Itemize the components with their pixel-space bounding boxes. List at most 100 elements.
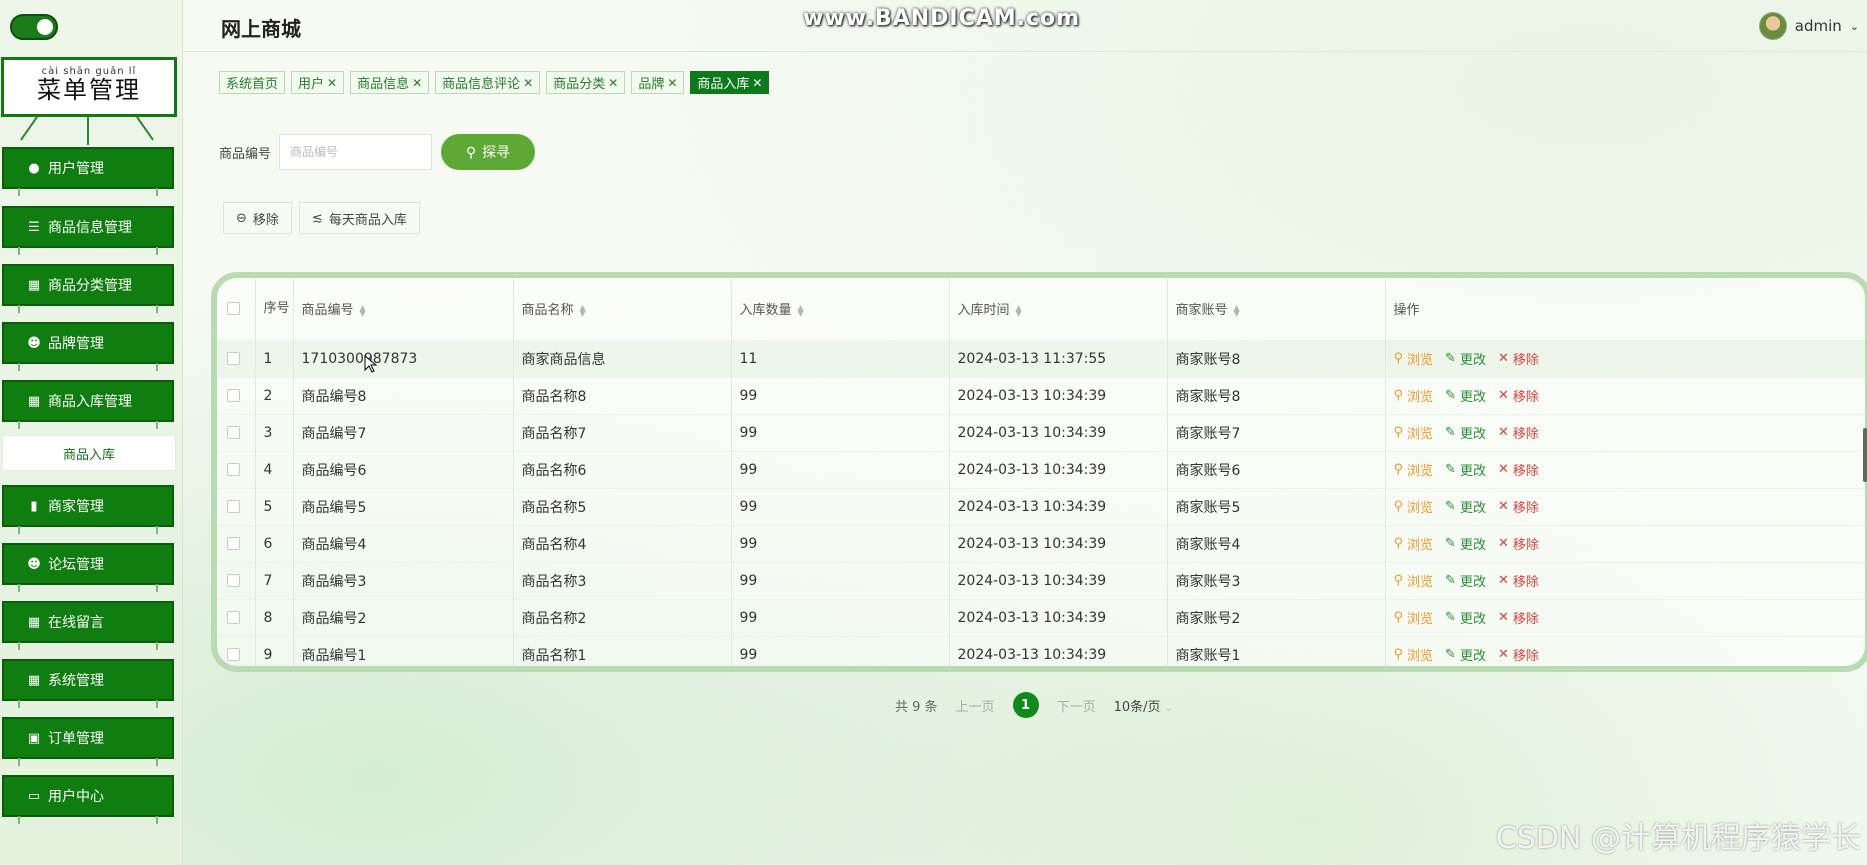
sidebar-item-2[interactable]: ▦ 商品分类管理: [2, 264, 174, 313]
row-checkbox[interactable]: [227, 574, 240, 587]
close-icon: ✕: [1497, 388, 1509, 403]
chevron-down-icon[interactable]: ⌄: [1850, 20, 1859, 33]
col-inbound-time[interactable]: 入库时间 ▲ ▼: [949, 278, 1168, 340]
view-button[interactable]: ⚲ 浏览: [1394, 645, 1434, 664]
cell-product-code: 商品编号8: [293, 376, 514, 414]
close-icon[interactable]: ✕: [412, 76, 422, 90]
edit-button[interactable]: ✎ 更改: [1445, 645, 1486, 664]
close-icon[interactable]: ✕: [752, 76, 762, 90]
table-row[interactable]: 6 商品编号4 商品名称4 99 2024-03-13 10:34:39 商家账号4 ⚲ 浏览…: [217, 524, 1865, 562]
product-code-search-input[interactable]: [279, 134, 433, 170]
col-merchant-account[interactable]: 商家账号 ▲ ▼: [1167, 278, 1386, 340]
pager-current-page[interactable]: 1: [1012, 692, 1039, 718]
daily-inbound-button[interactable]: ≲ 每天商品入库: [298, 202, 420, 234]
table-row[interactable]: 8 商品编号2 商品名称2 99 2024-03-13 10:34:39 商家账号2 ⚲ 浏览…: [217, 598, 1865, 636]
tab-2[interactable]: 商品信息 ✕: [350, 71, 430, 94]
view-button[interactable]: ⚲ 浏览: [1394, 571, 1434, 590]
edit-button[interactable]: ✎ 更改: [1445, 608, 1486, 627]
edit-button[interactable]: ✎ 更改: [1445, 349, 1486, 368]
cell-index: 9: [255, 635, 294, 666]
edit-button[interactable]: ✎ 更改: [1445, 386, 1486, 405]
delete-button[interactable]: ✕ 移除: [1498, 608, 1539, 627]
tab-5[interactable]: 品牌 ✕: [631, 71, 685, 94]
table-row[interactable]: 9 商品编号1 商品名称1 99 2024-03-13 10:34:39 商家账号1 ⚲ 浏览…: [217, 635, 1865, 666]
sidebar-toggle-switch[interactable]: [10, 14, 58, 40]
sidebar-item-5[interactable]: ▮ 商家管理: [2, 485, 174, 534]
delete-button[interactable]: ✕ 移除: [1498, 386, 1539, 405]
row-checkbox[interactable]: [227, 500, 240, 513]
delete-label: 移除: [1512, 390, 1539, 405]
delete-button[interactable]: ✕ 移除: [1498, 571, 1539, 590]
page-size-select[interactable]: 10条/页 ⌄: [1114, 696, 1173, 715]
table-row[interactable]: 1 1710300987873 商家商品信息 11 2024-03-13 11:37:5…: [217, 339, 1865, 377]
sort-icon[interactable]: ▲ ▼: [360, 303, 366, 317]
sidebar-item-1[interactable]: ☰ 商品信息管理: [2, 206, 174, 255]
view-button[interactable]: ⚲ 浏览: [1394, 460, 1434, 479]
row-checkbox[interactable]: [227, 426, 240, 439]
close-icon[interactable]: ✕: [523, 76, 533, 90]
col-product-name[interactable]: 商品名称 ▲ ▼: [513, 278, 732, 340]
row-checkbox[interactable]: [227, 648, 240, 662]
sidebar-item-9[interactable]: ▣ 订单管理: [2, 717, 174, 766]
tab-1[interactable]: 用户 ✕: [291, 71, 345, 94]
select-all-checkbox[interactable]: [227, 302, 240, 316]
table-row[interactable]: 2 商品编号8 商品名称8 99 2024-03-13 10:34:39 商家账号8 ⚲ 浏览…: [217, 376, 1865, 414]
close-icon[interactable]: ✕: [608, 76, 618, 90]
col-product-code[interactable]: 商品编号 ▲ ▼: [293, 278, 514, 340]
sidebar-item-7[interactable]: ▦ 在线留言: [2, 601, 174, 650]
tab-6[interactable]: 商品入库 ✕: [690, 71, 770, 94]
edit-button[interactable]: ✎ 更改: [1445, 423, 1486, 442]
sidebar-item-4[interactable]: ▦ 商品入库管理: [2, 380, 174, 429]
page-scrollbar[interactable]: [1863, 428, 1867, 482]
sort-icon[interactable]: ▲ ▼: [1016, 303, 1022, 317]
edit-button[interactable]: ✎ 更改: [1445, 571, 1486, 590]
sidebar-item-10[interactable]: ▭ 用户中心: [2, 775, 174, 824]
delete-button[interactable]: ✕ 移除: [1498, 423, 1539, 442]
col-quantity[interactable]: 入库数量 ▲ ▼: [731, 278, 950, 340]
close-icon[interactable]: ✕: [327, 76, 337, 90]
sort-icon[interactable]: ▲ ▼: [1234, 303, 1240, 317]
sidebar-item-0[interactable]: ● 用户管理: [2, 147, 174, 196]
view-button[interactable]: ⚲ 浏览: [1394, 386, 1434, 405]
sidebar-item-6[interactable]: ☻ 论坛管理: [2, 543, 174, 592]
table-row[interactable]: 7 商品编号3 商品名称3 99 2024-03-13 10:34:39 商家账号3 ⚲ 浏览…: [217, 561, 1865, 599]
row-checkbox[interactable]: [227, 463, 240, 476]
search-button[interactable]: ⚲ 探寻: [441, 134, 536, 170]
view-button[interactable]: ⚲ 浏览: [1394, 497, 1434, 516]
bulk-remove-button[interactable]: ⊖ 移除: [223, 202, 292, 234]
table-row[interactable]: 3 商品编号7 商品名称7 99 2024-03-13 10:34:39 商家账号7 ⚲ 浏览…: [217, 413, 1865, 451]
row-checkbox[interactable]: [227, 611, 240, 624]
view-button[interactable]: ⚲ 浏览: [1394, 534, 1434, 553]
edit-button[interactable]: ✎ 更改: [1445, 460, 1486, 479]
view-button[interactable]: ⚲ 浏览: [1394, 608, 1434, 627]
edit-button[interactable]: ✎ 更改: [1445, 497, 1486, 516]
edit-icon: ✎: [1445, 647, 1456, 663]
avatar[interactable]: [1758, 12, 1787, 40]
tab-0[interactable]: 系统首页: [219, 71, 286, 94]
close-icon[interactable]: ✕: [667, 76, 677, 90]
delete-button[interactable]: ✕ 移除: [1498, 497, 1539, 516]
username[interactable]: admin: [1795, 17, 1842, 35]
tab-4[interactable]: 商品分类 ✕: [546, 71, 626, 94]
delete-button[interactable]: ✕ 移除: [1498, 460, 1539, 479]
row-checkbox[interactable]: [227, 389, 240, 402]
sidebar-item-8[interactable]: ▦ 系统管理: [2, 659, 174, 708]
edit-button[interactable]: ✎ 更改: [1445, 534, 1486, 553]
delete-button[interactable]: ✕ 移除: [1498, 349, 1539, 368]
table-row[interactable]: 4 商品编号6 商品名称6 99 2024-03-13 10:34:39 商家账号6 ⚲ 浏览…: [217, 450, 1865, 488]
view-button[interactable]: ⚲ 浏览: [1394, 349, 1434, 368]
sort-icon[interactable]: ▲ ▼: [580, 303, 586, 317]
user-menu[interactable]: admin ⌄: [1758, 12, 1859, 40]
pager-prev[interactable]: 上一页: [956, 696, 995, 715]
row-checkbox[interactable]: [227, 537, 240, 550]
pager-next[interactable]: 下一页: [1057, 696, 1096, 715]
row-checkbox[interactable]: [227, 352, 240, 365]
sort-icon[interactable]: ▲ ▼: [798, 303, 804, 317]
delete-button[interactable]: ✕ 移除: [1498, 534, 1539, 553]
delete-button[interactable]: ✕ 移除: [1498, 645, 1539, 664]
table-row[interactable]: 5 商品编号5 商品名称5 99 2024-03-13 10:34:39 商家账号5 ⚲ 浏览…: [217, 487, 1865, 525]
submenu-item-product-inbound[interactable]: 商品入库: [2, 435, 176, 471]
tab-3[interactable]: 商品信息评论 ✕: [435, 71, 541, 94]
view-button[interactable]: ⚲ 浏览: [1394, 423, 1434, 442]
sidebar-item-3[interactable]: ☻ 品牌管理: [2, 322, 174, 371]
